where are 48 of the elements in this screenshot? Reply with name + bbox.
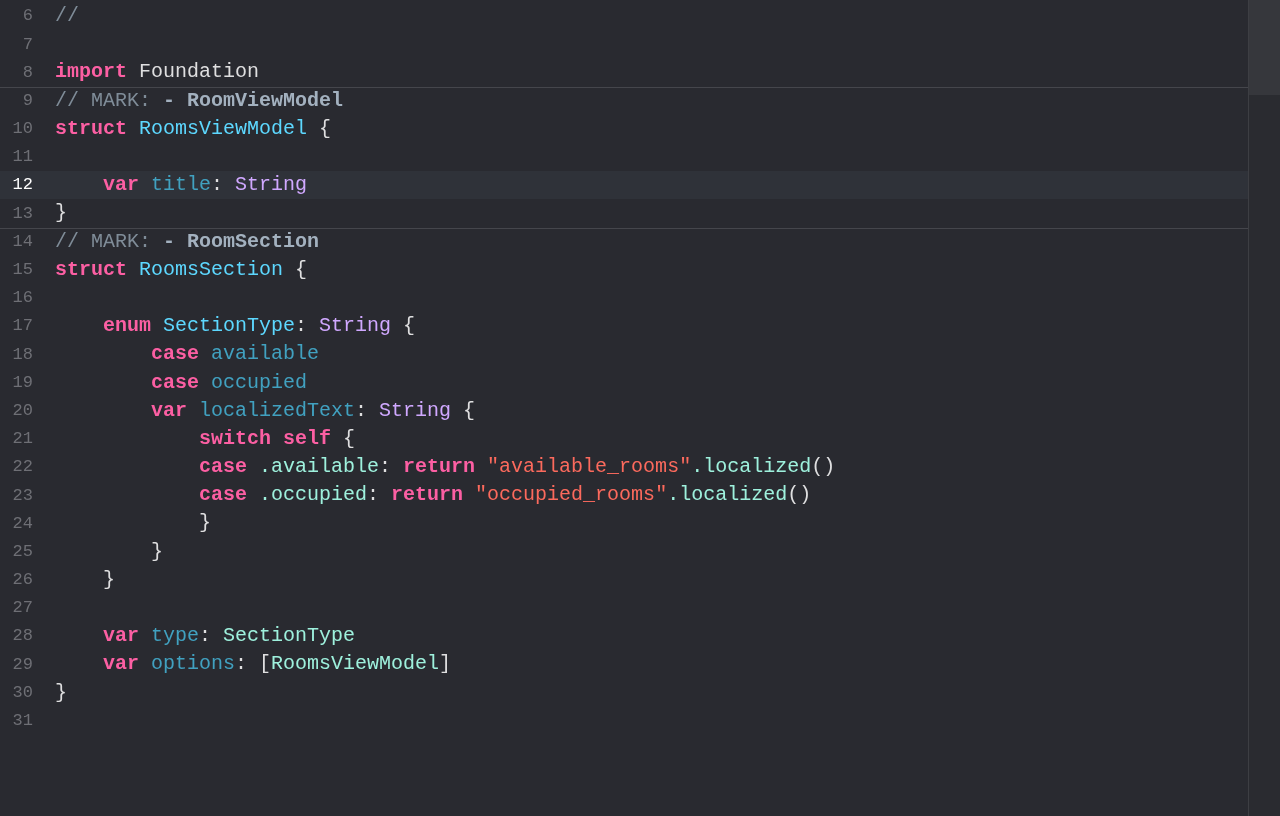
- code-line: // MARK: - RoomViewModel: [55, 88, 344, 115]
- line-number: 20: [11, 399, 33, 422]
- line-number: 14: [11, 231, 33, 254]
- line-number: 29: [11, 653, 33, 676]
- line-number: 10: [11, 118, 33, 141]
- code-line: }: [150, 538, 164, 565]
- minimap-viewport[interactable]: [1249, 0, 1280, 95]
- line-number: 31: [11, 710, 33, 733]
- code-line: //: [55, 3, 79, 30]
- line-number: 12: [11, 174, 33, 197]
- line-number: 7: [21, 33, 33, 56]
- line-number: 24: [11, 512, 33, 535]
- code-line: }: [55, 679, 67, 706]
- code-line: var type: SectionType: [102, 623, 356, 650]
- line-number: 8: [21, 61, 33, 84]
- code-line: var localizedText: String {: [150, 397, 476, 424]
- line-number: 9: [21, 90, 33, 113]
- code-line: struct RoomsViewModel {: [55, 115, 332, 142]
- line-number: 30: [11, 681, 33, 704]
- line-number: 17: [11, 315, 33, 338]
- line-number: 25: [11, 540, 33, 563]
- line-number: 22: [11, 456, 33, 479]
- code-line: enum SectionType: String {: [102, 313, 416, 340]
- code-line: var options: [RoomsViewModel]: [102, 651, 452, 678]
- code-line: import Foundation: [55, 59, 260, 86]
- line-number: 13: [11, 202, 33, 225]
- line-number: 18: [11, 343, 33, 366]
- code-line: case .available: return "available_rooms".localized(): [198, 454, 836, 481]
- line-number: 21: [11, 428, 33, 451]
- code-line: struct RoomsSection {: [55, 256, 308, 283]
- code-line: case available: [150, 341, 320, 368]
- line-number: 11: [11, 146, 33, 169]
- code-line: }: [55, 200, 67, 227]
- line-number: 23: [11, 484, 33, 507]
- code-line: case .occupied: return "occupied_rooms".localized(): [198, 482, 812, 509]
- line-number: 15: [11, 259, 33, 282]
- line-number: 19: [11, 371, 33, 394]
- code-line: }: [102, 566, 115, 593]
- line-number: 27: [11, 597, 33, 620]
- code-line: var title: String: [102, 172, 308, 199]
- code-line: switch self {: [198, 425, 356, 452]
- code-line: case occupied: [150, 369, 308, 396]
- line-number: 28: [11, 625, 33, 648]
- line-number: 16: [11, 287, 33, 310]
- code-line: }: [198, 510, 212, 537]
- line-number: 6: [21, 5, 33, 28]
- line-number: 26: [11, 569, 33, 592]
- code-line: // MARK: - RoomSection: [55, 229, 320, 256]
